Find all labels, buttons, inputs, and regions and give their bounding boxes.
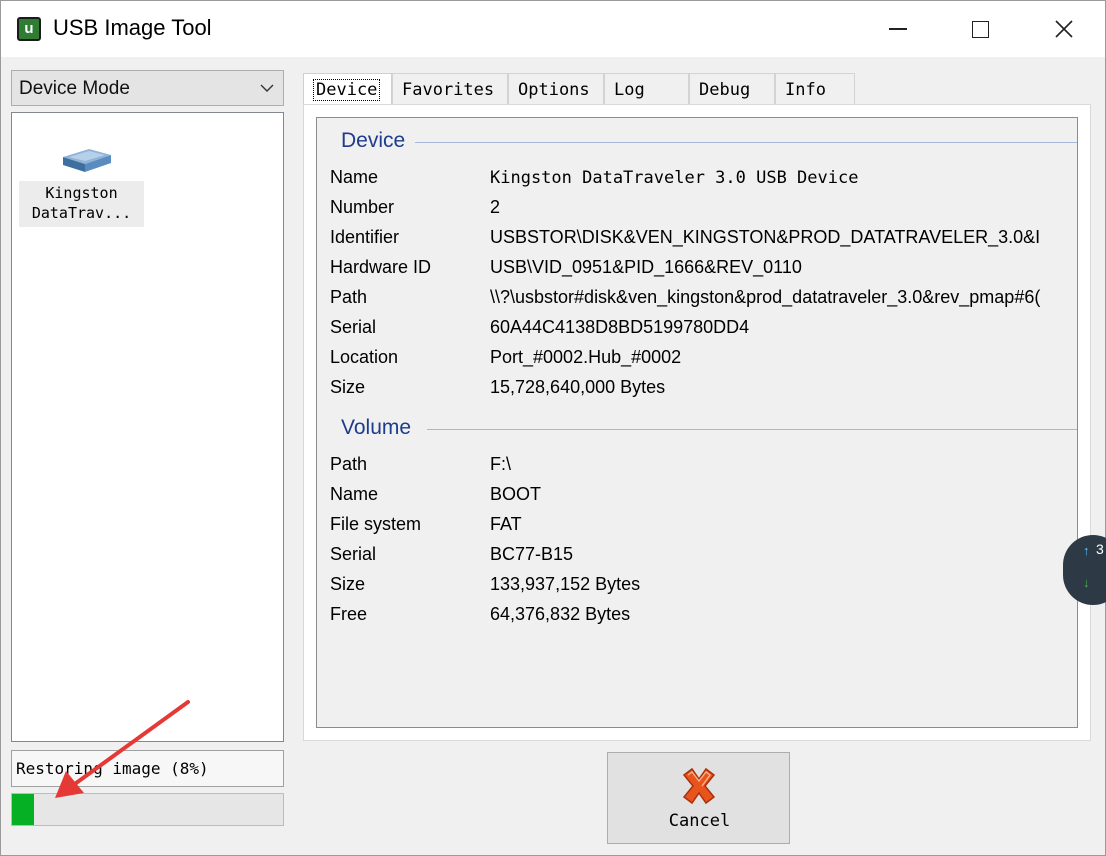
volume-serial-value: BC77-B15 — [490, 544, 574, 564]
volume-filesystem-label: File system — [330, 514, 422, 534]
device-size-value: 15,728,640,000 Bytes — [490, 377, 666, 397]
device-path-label: Path — [330, 287, 368, 307]
chevron-down-icon — [260, 84, 274, 92]
volume-free-value: 64,376,832 Bytes — [490, 604, 631, 624]
minimize-icon — [889, 28, 907, 30]
device-location-label: Location — [330, 347, 399, 367]
volume-name-value: BOOT — [490, 484, 542, 504]
minimize-button[interactable] — [867, 1, 929, 57]
tab-device-label: Device — [313, 79, 381, 101]
device-number-label: Number — [330, 197, 395, 217]
volume-group-header: Volume — [341, 416, 412, 439]
device-name-value: Kingston DataTraveler 3.0 USB Device — [490, 168, 859, 188]
device-size-label: Size — [330, 377, 366, 397]
tab-log[interactable]: Log — [604, 73, 689, 105]
tab-options-label: Options — [518, 80, 590, 100]
device-identifier-value: USBSTOR\DISK&VEN_KINGSTON&PROD_DATATRAVE… — [490, 227, 1041, 247]
device-name-label: Name — [330, 167, 379, 187]
cancel-x-icon — [682, 767, 716, 805]
status-text: Restoring image (8%) — [16, 759, 209, 778]
device-path-value: \\?\usbstor#disk&ven_kingston&prod_datat… — [490, 287, 1041, 307]
mode-select[interactable]: Device Mode — [11, 70, 284, 106]
network-speed-count: 3 — [1096, 541, 1104, 557]
device-location-value: Port_#0002.Hub_#0002 — [490, 347, 682, 367]
cancel-button-label: Cancel — [668, 811, 731, 831]
progress-fill — [12, 794, 34, 825]
volume-group-divider — [427, 429, 1077, 430]
volume-size-label: Size — [330, 574, 366, 594]
maximize-icon — [971, 20, 989, 38]
tab-favorites[interactable]: Favorites — [392, 73, 508, 105]
close-button[interactable] — [1033, 1, 1095, 57]
cancel-button[interactable]: Cancel — [607, 752, 790, 844]
volume-free-label: Free — [330, 604, 368, 624]
device-serial-value: 60A44C4138D8BD5199780DD4 — [490, 317, 750, 337]
mode-select-value: Device Mode — [19, 78, 130, 99]
device-identifier-label: Identifier — [330, 227, 400, 247]
usb-drive-icon — [63, 149, 111, 172]
close-icon — [1055, 20, 1073, 38]
device-label-line1: Kingston — [45, 184, 118, 202]
tab-debug-label: Debug — [699, 80, 751, 100]
device-label: Kingston DataTrav... — [19, 181, 144, 227]
device-list[interactable]: Kingston DataTrav... — [11, 112, 284, 742]
app-logo-icon: u — [17, 17, 41, 41]
window-title: USB Image Tool — [53, 15, 212, 40]
device-hardware-id-label: Hardware ID — [330, 257, 432, 277]
volume-filesystem-value: FAT — [490, 514, 522, 534]
upload-arrow-icon: ↑ — [1083, 543, 1090, 558]
volume-path-label: Path — [330, 454, 368, 474]
device-label-line2: DataTrav... — [31, 204, 132, 222]
status-box: Restoring image (8%) — [11, 750, 284, 787]
tab-info[interactable]: Info — [775, 73, 855, 105]
app-window: u USB Image Tool Device Mode Kingston Da… — [0, 0, 1106, 856]
device-item-kingston[interactable]: Kingston DataTrav... — [19, 141, 144, 227]
title-bar[interactable]: u USB Image Tool — [1, 1, 1105, 57]
tab-favorites-label: Favorites — [402, 80, 495, 100]
tab-log-label: Log — [614, 80, 645, 100]
volume-size-value: 133,937,152 Bytes — [490, 574, 641, 594]
device-group-header: Device — [341, 129, 406, 152]
device-serial-label: Serial — [330, 317, 377, 337]
volume-serial-label: Serial — [330, 544, 377, 564]
maximize-button[interactable] — [949, 1, 1011, 57]
volume-name-label: Name — [330, 484, 379, 504]
device-number-value: 2 — [490, 197, 501, 217]
tab-options[interactable]: Options — [508, 73, 604, 105]
progress-bar — [11, 793, 284, 826]
tab-info-label: Info — [785, 80, 826, 100]
tab-device[interactable]: Device — [303, 73, 392, 105]
download-arrow-icon: ↓ — [1083, 575, 1090, 590]
device-details-view[interactable]: Device Name Kingston DataTraveler 3.0 US… — [316, 117, 1078, 728]
tab-debug[interactable]: Debug — [689, 73, 775, 105]
network-speed-widget[interactable]: ↑ 3 ↓ — [1063, 535, 1106, 605]
device-group-divider — [415, 142, 1077, 143]
volume-path-value: F:\ — [490, 454, 511, 474]
device-hardware-id-value: USB\VID_0951&PID_1666&REV_0110 — [490, 257, 802, 277]
device-tab-panel: Device Name Kingston DataTraveler 3.0 US… — [303, 104, 1091, 741]
